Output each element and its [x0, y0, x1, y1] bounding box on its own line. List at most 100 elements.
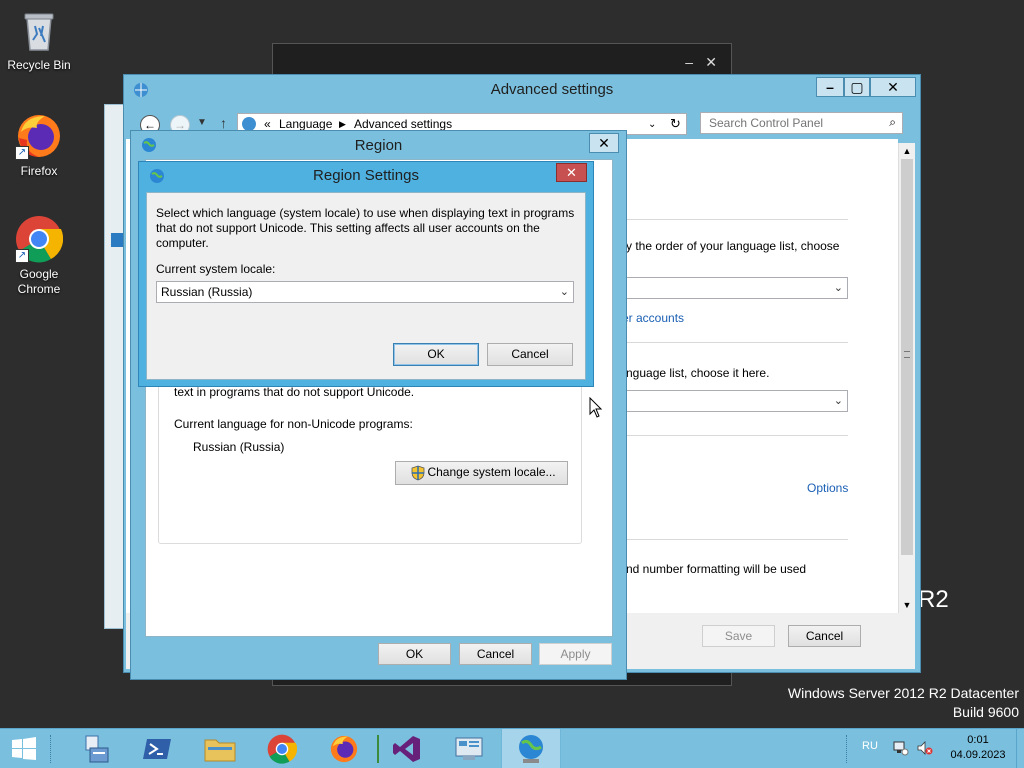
window-title: Advanced settings — [490, 81, 614, 98]
desktop-icon-google-chrome[interactable]: ↗ Google Chrome — [1, 215, 77, 297]
current-language-label: Current language for non-Unicode program… — [174, 417, 413, 431]
desktop-icon-firefox[interactable]: ↗ Firefox — [1, 112, 77, 179]
chevron-down-icon: ⌄ — [833, 282, 843, 294]
section-divider — [626, 342, 848, 343]
taskbar-separator — [50, 735, 52, 763]
address-dropdown-icon[interactable]: ⌄ — [648, 117, 656, 132]
network-icon[interactable] — [893, 740, 909, 756]
search-box[interactable]: ⌕ — [700, 112, 903, 134]
system-locale-value: Russian (Russia) — [161, 285, 253, 299]
shortcut-arrow-icon: ↗ — [15, 146, 29, 160]
taskbar-separator — [846, 735, 848, 763]
scroll-down-icon[interactable]: ▼ — [899, 597, 915, 613]
firefox-icon: ↗ — [15, 112, 63, 160]
desktop-icon-label: Google Chrome — [17, 267, 61, 296]
close-button[interactable]: ✕ — [589, 133, 619, 153]
thumb-grip-icon — [904, 351, 910, 358]
desktop-icon-recycle-bin[interactable]: Recycle Bin — [1, 6, 77, 73]
taskbar-file-explorer[interactable] — [190, 729, 250, 768]
powershell-icon — [143, 739, 171, 759]
control-panel-icon — [132, 81, 150, 99]
change-system-locale-label: Change system locale... — [427, 465, 556, 479]
dialog-title: Region Settings — [313, 167, 419, 184]
region-settings-content: Select which language (system locale) to… — [146, 192, 586, 380]
chrome-icon: ↗ — [15, 215, 64, 263]
cancel-button[interactable]: Cancel — [487, 343, 573, 366]
os-watermark: Windows Server 2012 R2 Datacenter Build … — [788, 684, 1019, 722]
search-input[interactable] — [701, 113, 877, 133]
change-system-locale-button[interactable]: Change system locale... — [395, 461, 568, 485]
formatting-text: nd number formatting will be used — [626, 562, 807, 576]
section-divider — [626, 435, 848, 436]
options-link[interactable]: Options — [807, 481, 848, 496]
cancel-button[interactable]: Cancel — [788, 625, 861, 647]
system-locale-dropdown[interactable]: Russian (Russia) ⌄ — [156, 281, 574, 303]
region-settings-dialog[interactable]: Region Settings ✕ Select which language … — [138, 161, 594, 387]
server-manager-icon — [85, 735, 109, 763]
volume-muted-icon[interactable] — [917, 740, 933, 756]
save-button[interactable]: Save — [702, 625, 775, 647]
input-method-dropdown[interactable]: ⌄ — [626, 390, 848, 412]
scroll-up-icon[interactable]: ▲ — [899, 143, 915, 159]
taskbar-firefox[interactable] — [314, 729, 374, 768]
close-icon[interactable]: ✕ — [705, 54, 717, 71]
system-locale-label: Current system locale: — [156, 262, 276, 276]
mouse-cursor-icon — [589, 396, 603, 419]
apply-to-user-accounts-link[interactable]: er accounts — [622, 311, 684, 326]
close-button[interactable]: ✕ — [556, 163, 587, 182]
taskbar-control-panel[interactable] — [439, 729, 499, 768]
taskbar-powershell[interactable] — [128, 729, 188, 768]
start-button[interactable] — [0, 729, 48, 768]
control-panel-icon — [455, 737, 483, 760]
refresh-icon[interactable]: ↻ — [670, 116, 681, 131]
taskbar-server-manager[interactable] — [66, 729, 126, 768]
recent-pages-chevron-icon[interactable]: ▼ — [197, 117, 207, 128]
language-order-text: y the order of your language list, choos… — [626, 239, 840, 253]
ok-button[interactable]: OK — [378, 643, 451, 665]
maximize-button[interactable]: ▢ — [844, 77, 870, 97]
nonunicode-description: text in programs that do not support Uni… — [174, 385, 415, 399]
taskbar-chrome[interactable] — [252, 729, 312, 768]
watermark-build: Build 9600 — [952, 704, 1019, 720]
clock[interactable]: 0:01 04.09.2023 — [946, 733, 1010, 763]
show-desktop-button[interactable] — [1016, 729, 1024, 768]
ok-button[interactable]: OK — [393, 343, 479, 366]
minimize-button[interactable]: – — [816, 77, 844, 97]
input-language-indicator[interactable]: RU — [862, 740, 878, 752]
recycle-bin-icon — [15, 6, 63, 54]
display-language-dropdown[interactable]: ⌄ — [626, 277, 848, 299]
description-line-2: that do not support Unicode. This settin… — [156, 221, 540, 235]
current-language-value: Russian (Russia) — [193, 440, 285, 454]
desktop-icon-label: Recycle Bin — [7, 58, 71, 72]
section-divider — [626, 539, 848, 540]
input-method-text: nguage list, choose it here. — [626, 366, 770, 380]
taskbar-visual-studio[interactable] — [377, 729, 437, 768]
clock-date: 04.09.2023 — [950, 749, 1006, 761]
apply-button[interactable]: Apply — [539, 643, 612, 665]
chrome-icon — [267, 734, 297, 764]
section-divider — [626, 219, 848, 220]
watermark-edition: Windows Server 2012 R2 Datacenter — [787, 685, 1019, 701]
control-panel-icon — [242, 117, 256, 131]
chevron-down-icon: ⌄ — [559, 286, 569, 298]
minimize-icon[interactable]: – — [685, 54, 693, 70]
windows-logo-icon — [12, 737, 36, 760]
close-button[interactable]: ✕ — [870, 77, 916, 97]
shortcut-arrow-icon: ↗ — [15, 249, 29, 263]
desktop-icon-label: Firefox — [20, 164, 58, 178]
cancel-button[interactable]: Cancel — [459, 643, 532, 665]
watermark-r2: R2 — [918, 586, 949, 613]
up-arrow-icon[interactable]: ↑ — [220, 115, 227, 131]
chevron-down-icon: ⌄ — [833, 395, 843, 407]
uac-shield-icon — [411, 465, 425, 481]
taskbar-region[interactable] — [501, 729, 561, 768]
search-icon[interactable]: ⌕ — [889, 115, 896, 130]
description-line-1: Select which language (system locale) to… — [156, 206, 575, 220]
region-globe-icon — [519, 735, 543, 763]
description-line-3: computer. — [156, 236, 209, 250]
taskbar: RU 0:01 04.09.2023 — [0, 728, 1024, 768]
vertical-scrollbar[interactable]: ▲ ▼ — [898, 143, 915, 613]
firefox-icon — [330, 735, 358, 763]
scrollbar-thumb[interactable] — [901, 159, 913, 555]
clock-time: 0:01 — [967, 734, 989, 746]
